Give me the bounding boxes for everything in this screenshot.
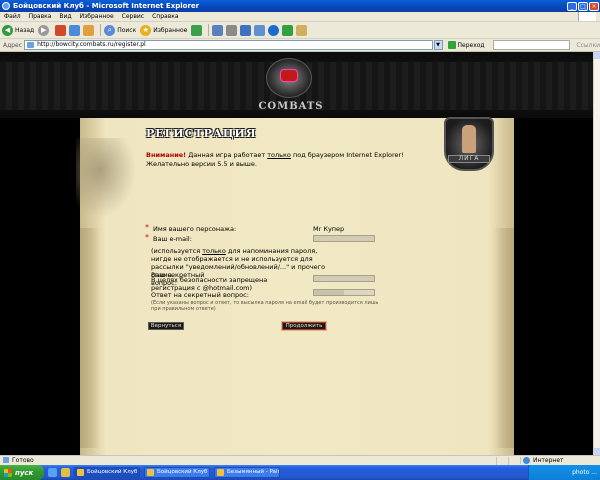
name-value: Mr Купер	[313, 225, 345, 233]
name-label: Имя вашего персонажа:	[153, 225, 237, 233]
logo-fist-icon	[280, 69, 298, 82]
help-underlined: только	[202, 247, 226, 255]
taskbar: пуск Бойцовский Клуб - ... Бойцовский Кл…	[0, 465, 600, 480]
required-mark: *	[145, 223, 149, 232]
close-button[interactable]: ×	[589, 1, 599, 11]
taskbar-item-paint[interactable]: Безымянный - Paint	[214, 467, 280, 478]
menu-edit[interactable]: Правка	[29, 13, 52, 20]
back-label: Назад	[15, 26, 35, 34]
email-input[interactable]	[313, 235, 375, 242]
forward-button[interactable]: ▶	[38, 24, 51, 36]
secret-question-input[interactable]	[313, 275, 375, 282]
back-arrow-icon: ◀	[2, 24, 13, 36]
minimize-button[interactable]: _	[567, 1, 577, 11]
quicklaunch-folder-icon[interactable]	[61, 468, 70, 477]
print-icon[interactable]	[226, 24, 238, 36]
quicklaunch-ie-icon[interactable]	[48, 468, 57, 477]
status-text: Готово	[3, 457, 496, 464]
messenger-icon[interactable]	[268, 24, 280, 36]
warning-strong: Внимание!	[146, 151, 187, 159]
combats-logo[interactable]: COMBATS	[246, 56, 336, 114]
required-mark: *	[145, 233, 149, 242]
menu-favorites[interactable]: Избранное	[80, 13, 114, 20]
edit-icon[interactable]	[240, 24, 252, 36]
secret-question-label: Ваш секретный вопрос:	[151, 271, 205, 287]
back-button-page[interactable]: Вернуться	[148, 322, 184, 330]
internet-zone: Интернет	[520, 457, 600, 464]
maximize-button[interactable]: □	[578, 1, 588, 11]
search-button[interactable]: ⌕ Поиск	[104, 24, 137, 36]
toolbar-separator	[208, 24, 210, 36]
toolbar: ◀ Назад ▶ ⌕ Поиск ★ Избранное	[0, 22, 600, 39]
menu-view[interactable]: Вид	[59, 13, 71, 20]
toolbar-separator	[100, 24, 102, 36]
taskbar-item-ie-2[interactable]: Бойцовский Клуб (М...	[144, 467, 210, 478]
system-tray: photo ...	[528, 465, 600, 480]
back-button[interactable]: ◀ Назад	[2, 24, 35, 36]
scroll-up-button[interactable]	[594, 52, 600, 59]
logo-text: COMBATS	[258, 101, 324, 112]
league-emblem: ЛИГА	[440, 117, 498, 173]
browser-warning: Внимание! Данная игра работает только по…	[146, 151, 446, 169]
address-bar: Адрес http://bowcity.combats.ru/register…	[0, 39, 600, 52]
refresh-icon[interactable]	[69, 24, 81, 36]
home-icon[interactable]	[83, 24, 95, 36]
warning-text-a: Данная игра работает	[186, 151, 268, 159]
menu-tools[interactable]: Сервис	[122, 13, 144, 20]
email-label: Ваш e-mail:	[153, 235, 192, 243]
secret-answer-input[interactable]	[313, 289, 375, 296]
continue-button[interactable]: Продолжить	[282, 322, 326, 330]
ie-logo-icon	[2, 2, 10, 10]
vertical-scrollbar[interactable]	[593, 52, 600, 455]
secret-note: (Если указаны вопрос и ответ, то высылка…	[151, 300, 379, 312]
start-label: пуск	[15, 468, 34, 477]
toolbar-extra-icon[interactable]	[296, 24, 308, 36]
favorites-label: Избранное	[153, 26, 188, 34]
discuss-icon[interactable]	[254, 24, 266, 36]
menu-file[interactable]: Файл	[4, 13, 21, 20]
go-arrow-icon	[447, 41, 456, 49]
forward-arrow-icon: ▶	[38, 24, 50, 36]
favorites-button[interactable]: ★ Избранное	[140, 24, 188, 36]
status-bar: Готово Интернет	[0, 455, 600, 465]
emblem-text: ЛИГА	[448, 155, 490, 163]
help-text-a: (используется	[151, 247, 203, 255]
warrior-artwork	[76, 138, 136, 218]
window-title: Бойцовский Клуб - Microsoft Internet Exp…	[13, 2, 200, 10]
search-icon: ⌕	[104, 24, 116, 36]
go-label: Переход	[457, 41, 485, 49]
window-title-bar[interactable]: Бойцовский Клуб - Microsoft Internet Exp…	[0, 0, 600, 12]
address-label: Адрес	[3, 41, 23, 49]
menu-help[interactable]: Справка	[152, 13, 178, 20]
history-icon[interactable]	[191, 24, 203, 36]
secret-answer-label: Ответ на секретный вопрос:	[151, 291, 249, 299]
favorites-star-icon: ★	[140, 24, 152, 36]
address-dropdown-button[interactable]: ▼	[433, 40, 443, 50]
windows-logo-icon	[4, 468, 12, 477]
taskbar-item-ie-1[interactable]: Бойцовский Клуб - ...	[74, 467, 140, 478]
status-cell	[496, 456, 508, 465]
warning-underlined: только	[267, 151, 291, 159]
icq-icon[interactable]	[282, 24, 294, 36]
address-input[interactable]: http://bowcity.combats.ru/register.pl	[24, 40, 433, 50]
warrior-figure-icon	[462, 125, 476, 153]
mail-icon[interactable]	[212, 24, 224, 36]
windows-flag-icon	[578, 12, 596, 21]
page-viewport: COMBATS РЕГИСТРАЦИЯ Внимание! Данная игр…	[0, 52, 593, 455]
start-button[interactable]: пуск	[0, 465, 44, 480]
page-title: РЕГИСТРАЦИЯ	[146, 127, 257, 140]
scroll-down-button[interactable]	[594, 448, 600, 455]
links-search-box[interactable]	[492, 40, 571, 50]
status-cell	[508, 456, 520, 465]
search-label: Поиск	[117, 26, 137, 34]
go-button[interactable]: Переход	[447, 41, 485, 49]
links-label[interactable]: Ссылки	[576, 42, 600, 49]
stop-icon[interactable]	[55, 24, 67, 36]
parchment-edge-right	[494, 228, 514, 448]
menu-bar: Файл Правка Вид Избранное Сервис Справка	[0, 12, 600, 22]
site-header: COMBATS	[0, 52, 593, 118]
parchment-edge-left	[80, 228, 100, 448]
